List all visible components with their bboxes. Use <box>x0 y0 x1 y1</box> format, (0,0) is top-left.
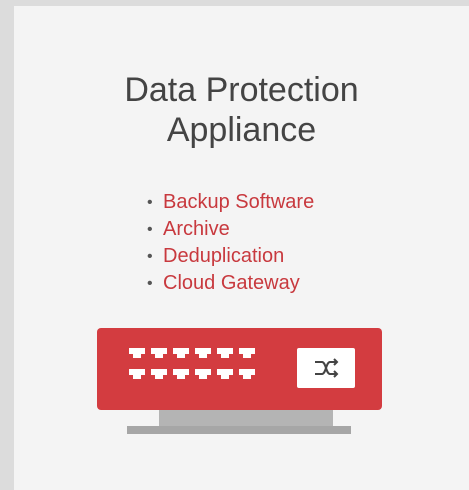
product-card: Data Protection Appliance • Backup Softw… <box>14 6 469 490</box>
feature-label: Archive <box>163 218 230 240</box>
feature-label: Backup Software <box>163 191 315 213</box>
feature-item-backup-software[interactable]: • Backup Software <box>147 189 314 216</box>
feature-label: Deduplication <box>163 245 285 267</box>
appliance-stand <box>159 410 333 426</box>
card-title: Data Protection Appliance <box>14 70 469 150</box>
ethernet-port-icon <box>217 369 233 379</box>
bullet-icon: • <box>147 194 153 211</box>
ethernet-port-icon <box>195 348 211 358</box>
bullet-icon: • <box>147 221 153 238</box>
ethernet-port-icon <box>151 369 167 379</box>
card-title-line-1: Data Protection <box>124 71 359 109</box>
feature-item-deduplication[interactable]: • Deduplication <box>147 243 314 270</box>
ethernet-port-icon <box>129 348 145 358</box>
appliance-stand-base <box>127 426 351 434</box>
feature-label: Cloud Gateway <box>163 272 300 294</box>
ethernet-port-icon <box>239 348 255 358</box>
feature-item-archive[interactable]: • Archive <box>147 216 314 243</box>
ethernet-port-icon <box>195 369 211 379</box>
ethernet-port-icon <box>173 348 189 358</box>
feature-item-cloud-gateway[interactable]: • Cloud Gateway <box>147 270 314 297</box>
ethernet-port-icon <box>151 348 167 358</box>
ethernet-port-icon <box>239 369 255 379</box>
switch-arrows-icon <box>297 348 355 388</box>
ethernet-port-icon <box>217 348 233 358</box>
port-grid <box>129 348 255 379</box>
card-title-line-2: Appliance <box>166 111 317 149</box>
ethernet-port-icon <box>129 369 145 379</box>
network-appliance-icon <box>97 328 382 410</box>
bullet-icon: • <box>147 275 153 292</box>
switch-arrows-glyph <box>315 358 339 378</box>
feature-list: • Backup Software • Archive • Deduplicat… <box>147 189 314 297</box>
ethernet-port-icon <box>173 369 189 379</box>
bullet-icon: • <box>147 248 153 265</box>
